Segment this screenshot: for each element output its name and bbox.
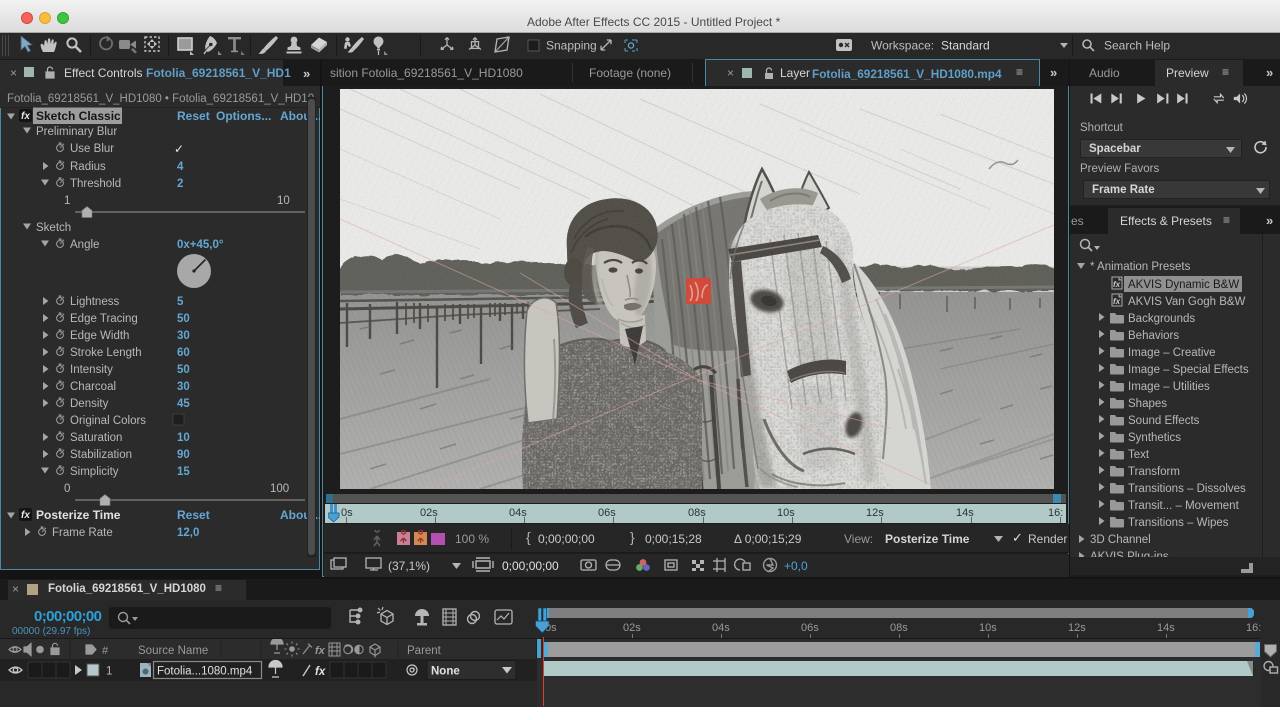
svg-text:4: 4: [177, 161, 184, 173]
svg-text:12,0: 12,0: [177, 527, 199, 539]
svg-text:Saturation: Saturation: [70, 432, 122, 444]
svg-text:50: 50: [177, 313, 190, 325]
svg-text:Fotolia_69218561_V_HD1: Fotolia_69218561_V_HD1: [146, 66, 291, 80]
svg-text:Backgrounds: Backgrounds: [1128, 313, 1195, 325]
svg-text:5: 5: [177, 296, 184, 308]
svg-text:Charcoal: Charcoal: [70, 381, 116, 393]
svg-text:Edge Tracing: Edge Tracing: [70, 313, 138, 325]
svg-text:10: 10: [277, 195, 290, 207]
svg-text:Lightness: Lightness: [70, 296, 119, 308]
svg-text:30: 30: [177, 330, 190, 342]
svg-text:fx: fx: [21, 111, 30, 122]
svg-text:Sketch Classic: Sketch Classic: [36, 109, 121, 123]
svg-text:45: 45: [177, 398, 190, 410]
svg-text:Density: Density: [70, 398, 109, 410]
svg-text:Transform: Transform: [1128, 466, 1180, 478]
svg-text:50: 50: [177, 364, 190, 376]
svg-text:Stroke Length: Stroke Length: [70, 347, 142, 359]
svg-text:Transit... – Movement: Transit... – Movement: [1128, 500, 1240, 512]
svg-text:60: 60: [177, 347, 190, 359]
svg-text:1: 1: [106, 666, 112, 678]
svg-text:fx: fx: [315, 645, 326, 657]
svg-text:Search Help: Search Help: [1104, 39, 1170, 53]
svg-text:Image – Utilities: Image – Utilities: [1128, 381, 1210, 393]
svg-text:* Animation Presets: * Animation Presets: [1090, 261, 1191, 273]
svg-text:Behaviors: Behaviors: [1128, 330, 1179, 342]
svg-text:×: ×: [10, 66, 17, 80]
svg-text:Frame Rate: Frame Rate: [52, 527, 113, 539]
svg-text:Transitions – Dissolves: Transitions – Dissolves: [1128, 483, 1246, 495]
svg-text:#: #: [102, 645, 109, 657]
svg-text:1: 1: [64, 195, 70, 207]
svg-text:Shapes: Shapes: [1128, 398, 1167, 410]
svg-text:Image – Creative: Image – Creative: [1128, 347, 1216, 359]
svg-text:Fotolia...1080.mp4: Fotolia...1080.mp4: [157, 666, 253, 678]
svg-text:✓: ✓: [174, 142, 184, 156]
svg-text:0x+45,0°: 0x+45,0°: [177, 239, 224, 251]
svg-text:0: 0: [64, 483, 70, 495]
svg-text:Radius: Radius: [70, 161, 106, 173]
svg-text:30: 30: [177, 381, 190, 393]
svg-text:Snapping: Snapping: [546, 39, 597, 53]
svg-text:Sound Effects: Sound Effects: [1128, 415, 1200, 427]
svg-text:Edge Width: Edge Width: [70, 330, 129, 342]
svg-text:Preliminary Blur: Preliminary Blur: [36, 126, 117, 138]
svg-text:Parent: Parent: [407, 645, 442, 657]
svg-text:Synthetics: Synthetics: [1128, 432, 1181, 444]
svg-text:Intensity: Intensity: [70, 364, 113, 376]
svg-text:fx: fx: [21, 510, 30, 521]
svg-text:Sketch: Sketch: [36, 222, 71, 234]
svg-text:»: »: [303, 66, 310, 81]
svg-text:3D Channel: 3D Channel: [1090, 534, 1151, 546]
svg-text:AKVIS Dynamic B&W: AKVIS Dynamic B&W: [1128, 279, 1239, 291]
svg-text:Posterize Time: Posterize Time: [36, 508, 121, 522]
svg-text:Stabilization: Stabilization: [70, 449, 132, 461]
svg-text:Transitions – Wipes: Transitions – Wipes: [1128, 517, 1229, 529]
svg-text:Options...: Options...: [216, 109, 271, 123]
svg-text:None: None: [431, 666, 460, 678]
svg-text:Fotolia_69218561_V_HD1080 • Fo: Fotolia_69218561_V_HD1080 • Fotolia_6921…: [7, 93, 314, 105]
svg-text:Text: Text: [1128, 449, 1150, 461]
svg-text:Simplicity: Simplicity: [70, 466, 119, 478]
svg-text:2: 2: [177, 178, 183, 190]
svg-text:90: 90: [177, 449, 190, 461]
svg-text:Angle: Angle: [70, 239, 99, 251]
svg-text:15: 15: [177, 466, 190, 478]
svg-text:Reset: Reset: [177, 508, 210, 522]
svg-text:10: 10: [177, 432, 190, 444]
svg-text:Use Blur: Use Blur: [70, 143, 114, 155]
svg-text:Threshold: Threshold: [70, 178, 121, 190]
svg-text:Workspace:: Workspace:: [871, 39, 934, 53]
svg-text:Standard: Standard: [941, 39, 990, 53]
svg-text:Effect Controls: Effect Controls: [64, 66, 142, 80]
svg-text:AKVIS Van Gogh B&W: AKVIS Van Gogh B&W: [1128, 296, 1246, 308]
svg-text:Image – Special Effects: Image – Special Effects: [1128, 364, 1249, 376]
svg-text:Reset: Reset: [177, 109, 210, 123]
svg-text:Source Name: Source Name: [138, 645, 208, 657]
svg-text:fx: fx: [315, 666, 326, 678]
svg-text:100: 100: [270, 483, 289, 495]
svg-text:Original Colors: Original Colors: [70, 415, 146, 427]
